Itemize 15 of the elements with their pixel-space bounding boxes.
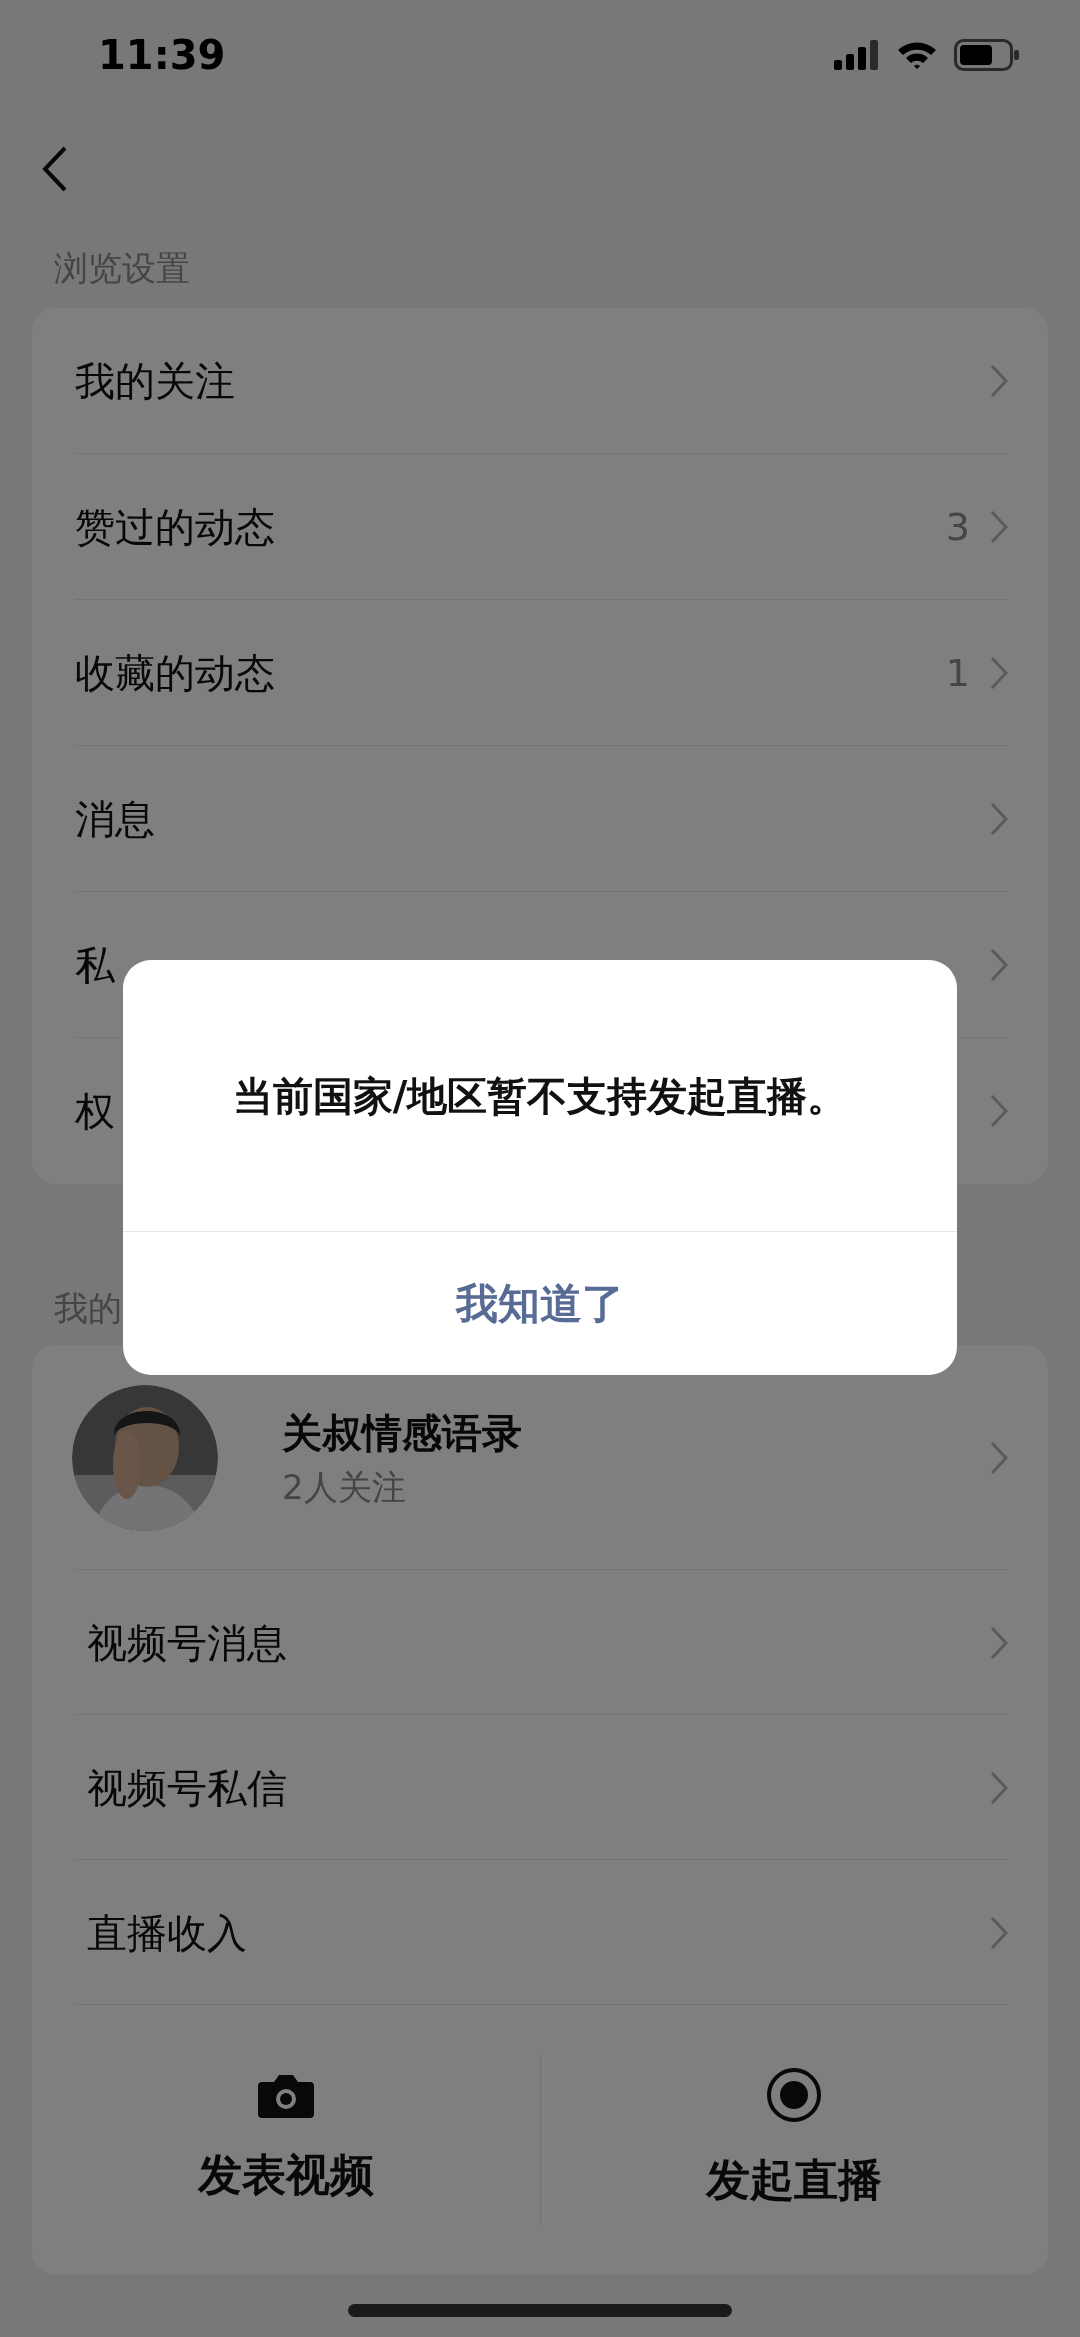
channel-name: 关叔情感语录 <box>282 1408 523 1457</box>
row-label: 私 <box>75 941 115 990</box>
status-time: 11:39 <box>98 31 226 80</box>
row-label: 直播收入 <box>87 1908 247 1958</box>
count-label: 3 <box>945 503 970 551</box>
follower-count: 2人关注 <box>282 1466 407 1507</box>
row-label: 视频号私信 <box>87 1763 287 1813</box>
alert-message: 当前国家/地区暂不支持发起直播。 <box>232 1071 848 1121</box>
row-label: 赞过的动态 <box>75 503 275 552</box>
row-label: 消息 <box>75 795 155 844</box>
row-label: 视频号消息 <box>87 1618 287 1668</box>
row-label: 我的关注 <box>75 357 235 406</box>
row-label: 收藏的动态 <box>75 649 275 698</box>
count-label: 1 <box>945 649 970 697</box>
row-label: 权 <box>75 1087 115 1136</box>
